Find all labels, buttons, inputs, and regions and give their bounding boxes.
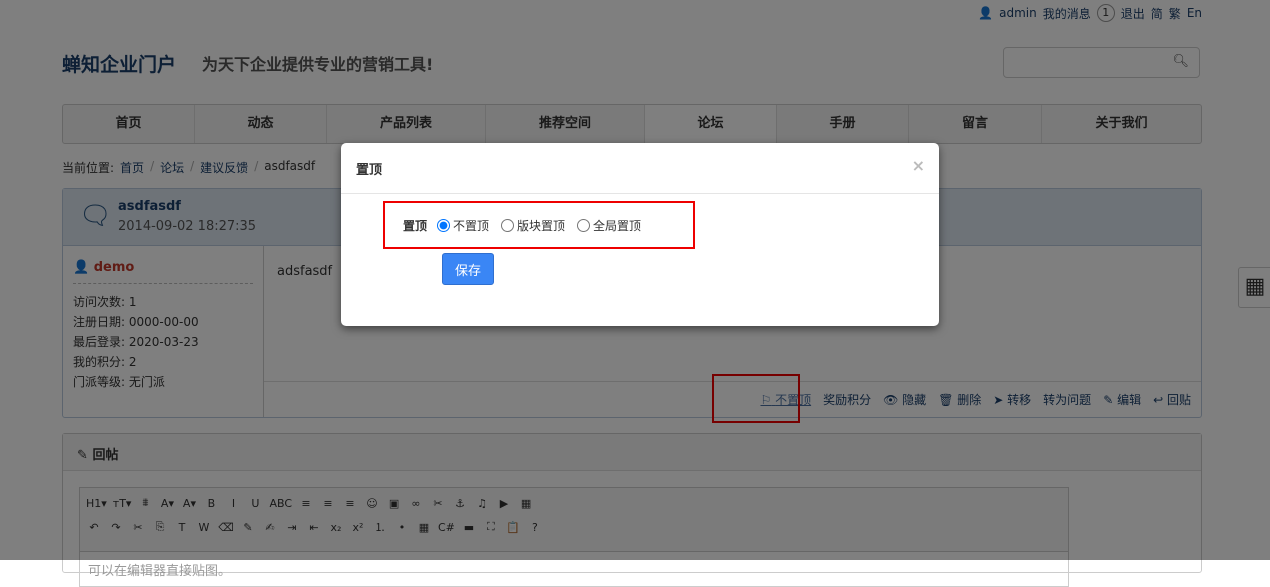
- pin-field-label: 置顶: [403, 218, 428, 233]
- option-no-pin[interactable]: 不置顶: [437, 217, 489, 234]
- modal-title: 置顶: [341, 143, 939, 194]
- option-global-pin[interactable]: 全局置顶: [577, 217, 641, 234]
- close-icon[interactable]: ×: [912, 156, 925, 175]
- pin-options: 置顶 不置顶 版块置顶 全局置顶: [383, 201, 695, 249]
- option-board-pin[interactable]: 版块置顶: [501, 217, 565, 234]
- save-button[interactable]: 保存: [442, 253, 494, 285]
- pin-modal: 置顶 × 置顶 不置顶 版块置顶 全局置顶 保存: [341, 143, 939, 326]
